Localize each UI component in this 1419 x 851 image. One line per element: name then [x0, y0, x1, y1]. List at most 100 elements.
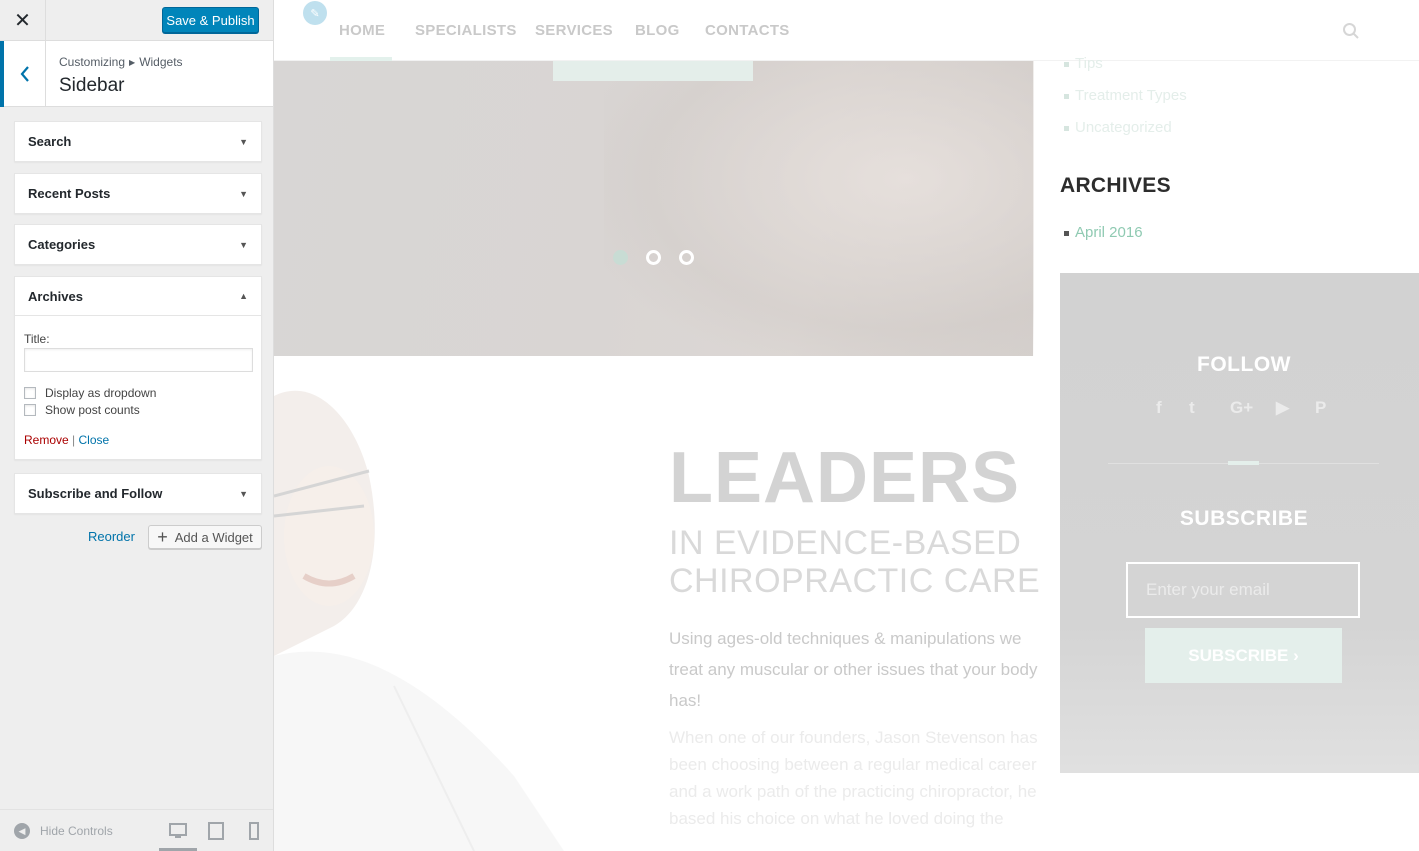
subscribe-button[interactable]: SUBSCRIBE › — [1145, 628, 1342, 683]
list-bullet — [1064, 94, 1069, 99]
title-label: Title: — [24, 332, 50, 346]
hide-controls-label: Hide Controls — [40, 824, 113, 838]
category-link[interactable]: Treatment Types — [1075, 87, 1187, 104]
remove-link[interactable]: Remove — [24, 433, 69, 447]
section-title: Sidebar — [59, 75, 125, 96]
nav-services[interactable]: SERVICES — [535, 22, 613, 39]
widget-form: Title: Display as dropdown Show post cou… — [15, 316, 261, 459]
nav-specialists[interactable]: SPECIALISTS — [415, 22, 517, 39]
youtube-icon[interactable]: ▶ — [1276, 398, 1289, 418]
archive-link[interactable]: April 2016 — [1075, 224, 1143, 241]
close-customizer-button[interactable]: ✕ — [0, 0, 46, 41]
list-bullet — [1064, 231, 1069, 236]
display-dropdown-checkbox[interactable] — [24, 387, 36, 399]
lead-paragraph: Using ages-old techniques & manipulation… — [669, 629, 1038, 710]
breadcrumb-separator-icon: ▶ — [129, 58, 136, 67]
widget-title: Search — [28, 134, 72, 149]
separator: | — [72, 433, 76, 447]
widget-header[interactable]: Archives ▲ — [15, 277, 261, 316]
category-link[interactable]: Uncategorized — [1075, 119, 1172, 136]
widget-search: Search ▼ — [14, 121, 262, 162]
dropdown-option: Display as dropdown — [24, 386, 252, 400]
expand-arrow-icon[interactable]: ▼ — [239, 240, 248, 250]
expand-arrow-icon[interactable]: ▼ — [239, 489, 248, 499]
hide-controls-button[interactable]: ◀ Hide Controls — [14, 823, 113, 839]
breadcrumb-item: Customizing — [59, 55, 126, 69]
hero-slider-image — [274, 61, 1034, 356]
twitter-icon[interactable]: t — [1189, 398, 1195, 418]
follow-heading: FOLLOW — [1197, 353, 1291, 376]
subscribe-button-label: SUBSCRIBE — [1188, 645, 1289, 665]
close-link[interactable]: Close — [79, 433, 110, 447]
list-bullet — [1064, 62, 1069, 67]
widget-header[interactable]: Recent Posts ▼ — [15, 174, 261, 213]
chevron-right-icon: › — [1293, 645, 1299, 665]
chevron-left-icon — [20, 66, 29, 82]
hero-photo — [604, 61, 1034, 356]
list-bullet — [1064, 126, 1069, 131]
widget-title: Subscribe and Follow — [28, 486, 163, 501]
slider-dot-2[interactable] — [646, 250, 661, 265]
hero-button[interactable] — [553, 61, 753, 81]
back-button[interactable] — [0, 41, 46, 107]
customizer-footer: ◀ Hide Controls — [0, 809, 273, 851]
doctor-photo — [274, 390, 564, 851]
facebook-icon[interactable]: f — [1156, 398, 1162, 418]
customizer-header: ✕ Save & Publish — [0, 0, 273, 41]
site-preview: ✎ HOME SPECIALISTS SERVICES BLOG CONTACT… — [274, 0, 1419, 851]
widget-title: Recent Posts — [28, 186, 111, 201]
breadcrumb: Customizing ▶ Widgets — [59, 55, 183, 69]
expand-arrow-icon[interactable]: ▼ — [239, 189, 248, 199]
save-publish-button[interactable]: Save & Publish — [162, 7, 259, 33]
close-icon: ✕ — [14, 10, 31, 32]
reorder-link[interactable]: Reorder — [88, 529, 135, 544]
site-nav: ✎ HOME SPECIALISTS SERVICES BLOG CONTACT… — [274, 0, 1419, 61]
archives-heading: ARCHIVES — [1060, 174, 1171, 197]
widget-categories: Categories ▼ — [14, 224, 262, 265]
collapse-icon: ◀ — [14, 823, 30, 839]
hero-subheadline: IN EVIDENCE-BASED CHIROPRACTIC CARE — [669, 524, 1041, 600]
widget-header[interactable]: Search ▼ — [15, 122, 261, 161]
nav-contacts[interactable]: CONTACTS — [705, 22, 790, 39]
pinterest-icon[interactable]: P — [1315, 398, 1326, 418]
slider-dot-1[interactable] — [613, 250, 628, 265]
widget-subscribe-follow: Subscribe and Follow ▼ — [14, 473, 262, 514]
expand-arrow-icon[interactable]: ▼ — [239, 137, 248, 147]
section-header: Customizing ▶ Widgets Sidebar — [0, 41, 273, 107]
nav-home[interactable]: HOME — [339, 22, 385, 39]
hero-headline: LEADERS — [669, 438, 1021, 518]
collapse-arrow-icon[interactable]: ▲ — [239, 291, 248, 301]
active-nav-indicator — [330, 57, 392, 61]
divider-accent — [1228, 461, 1259, 465]
plus-icon: + — [157, 527, 168, 547]
checkbox-label: Display as dropdown — [45, 386, 157, 400]
email-field[interactable] — [1126, 562, 1360, 618]
checkbox-label: Show post counts — [45, 403, 140, 417]
search-icon[interactable] — [1342, 22, 1360, 40]
desktop-preview-icon[interactable] — [169, 822, 187, 840]
widget-title: Archives — [28, 288, 83, 304]
widget-title: Categories — [28, 237, 96, 252]
customizer-panel: ✕ Save & Publish Customizing ▶ Widgets Sid… — [0, 0, 274, 851]
title-input[interactable] — [24, 348, 253, 372]
edit-pencil-icon[interactable]: ✎ — [303, 1, 327, 25]
nav-blog[interactable]: BLOG — [635, 22, 680, 39]
follow-subscribe-widget: FOLLOW f t G+ ▶ P SUBSCRIBE SUBSCRIBE › — [1060, 273, 1419, 773]
add-widget-label: Add a Widget — [174, 529, 253, 545]
add-widget-button[interactable]: + Add a Widget — [148, 525, 262, 549]
widget-actions: Remove | Close — [24, 433, 252, 447]
widget-archives: Archives ▲ Title: Display as dropdown Sh… — [14, 276, 262, 460]
post-counts-option: Show post counts — [24, 403, 252, 417]
tablet-preview-icon[interactable] — [207, 822, 225, 840]
category-link[interactable]: Tips — [1075, 55, 1103, 72]
show-post-counts-checkbox[interactable] — [24, 404, 36, 416]
subscribe-heading: SUBSCRIBE — [1179, 507, 1309, 530]
widget-header[interactable]: Categories ▼ — [15, 225, 261, 264]
mobile-preview-icon[interactable] — [245, 822, 263, 840]
breadcrumb-item: Widgets — [139, 55, 183, 69]
widget-recent-posts: Recent Posts ▼ — [14, 173, 262, 214]
widget-header[interactable]: Subscribe and Follow ▼ — [15, 474, 261, 513]
slider-dot-3[interactable] — [679, 250, 694, 265]
google-plus-icon[interactable]: G+ — [1230, 398, 1253, 418]
body-paragraph: When one of our founders, Jason Stevenso… — [669, 728, 1038, 828]
